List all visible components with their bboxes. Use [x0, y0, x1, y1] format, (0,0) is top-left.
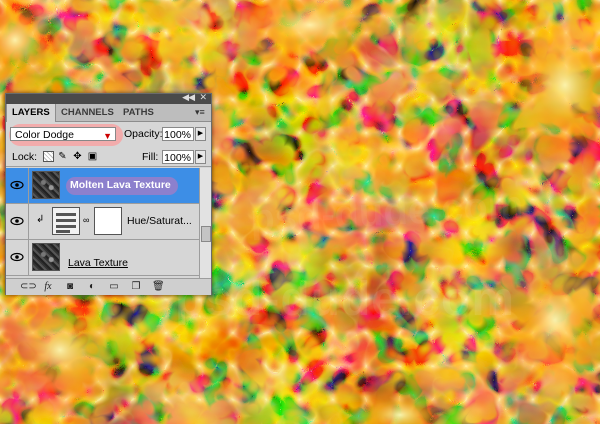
panel-menu-icon[interactable]: ▾≡	[195, 107, 207, 117]
scrollbar-thumb[interactable]	[201, 226, 211, 242]
clipping-arrow-icon: ↲	[36, 214, 45, 225]
fill-label: Fill:	[142, 151, 159, 163]
collapse-icon[interactable]: ◀◀	[182, 92, 195, 103]
panel-titlebar[interactable]: ◀◀ ✕	[6, 92, 211, 104]
tab-channels[interactable]: CHANNELS	[56, 104, 119, 121]
dropdown-arrow-icon: ▼	[103, 131, 112, 141]
layers-list: Molten Lava Texture ↲ ∞ Hue/Saturat... L…	[6, 168, 199, 278]
layers-panel: ◀◀ ✕ LAYERS CHANNELS PATHS ▾≡ Color Dodg…	[5, 92, 212, 295]
layer-row-lava-texture[interactable]: Lava Texture	[6, 240, 199, 276]
add-mask-icon[interactable]: ◙	[64, 281, 76, 293]
layer-name: Molten Lava Texture	[70, 179, 171, 191]
lock-transparent-icon[interactable]	[43, 151, 54, 162]
layer-row-molten-lava[interactable]: Molten Lava Texture	[6, 168, 199, 204]
delete-layer-icon[interactable]: 🗑	[152, 281, 165, 293]
lock-all-icon[interactable]: ▣	[87, 151, 98, 162]
opacity-input[interactable]: 100%	[162, 127, 194, 141]
blend-mode-select[interactable]: Color Dodge ▼	[10, 127, 116, 141]
layer-mask-thumbnail	[94, 207, 122, 235]
layers-scrollbar[interactable]	[199, 168, 211, 278]
tab-layers[interactable]: LAYERS	[6, 104, 56, 122]
layer-thumbnail	[32, 243, 60, 271]
adjustment-layer-icon[interactable]: ◐	[86, 281, 98, 293]
layer-row-hue-saturation[interactable]: ↲ ∞ Hue/Saturat...	[6, 204, 199, 240]
eye-icon[interactable]	[10, 214, 24, 228]
link-layers-icon[interactable]: ⊂⊃	[20, 281, 37, 293]
new-group-icon[interactable]: ▭	[108, 281, 120, 293]
eye-icon[interactable]	[10, 250, 24, 264]
close-icon[interactable]: ✕	[199, 92, 207, 103]
tab-paths[interactable]: PATHS	[118, 104, 159, 121]
adjustment-thumbnail	[52, 207, 80, 235]
blend-mode-value: Color Dodge	[15, 129, 74, 141]
fill-input[interactable]: 100%	[162, 150, 194, 164]
layer-name: Hue/Saturat...	[127, 215, 192, 227]
eye-icon[interactable]	[10, 178, 24, 192]
opacity-slider-button[interactable]: ▶	[195, 127, 206, 141]
lock-brush-icon[interactable]: ✎	[57, 151, 68, 162]
new-layer-icon[interactable]: ❐	[130, 281, 142, 293]
layer-style-icon[interactable]: fx	[42, 281, 54, 293]
panel-footer: ⊂⊃ fx ◙ ◐ ▭ ❐ 🗑	[6, 278, 211, 295]
lock-label: Lock:	[12, 151, 38, 163]
fill-slider-button[interactable]: ▶	[195, 150, 206, 164]
link-chain-icon[interactable]: ∞	[83, 215, 89, 225]
lock-move-icon[interactable]: ✥	[72, 151, 83, 162]
panel-tabs: LAYERS CHANNELS PATHS ▾≡	[6, 104, 211, 122]
layer-name: Lava Texture	[68, 257, 128, 269]
layer-thumbnail	[32, 171, 60, 199]
opacity-label: Opacity:	[124, 128, 163, 140]
watermark: psd-dude.com	[175, 273, 516, 326]
